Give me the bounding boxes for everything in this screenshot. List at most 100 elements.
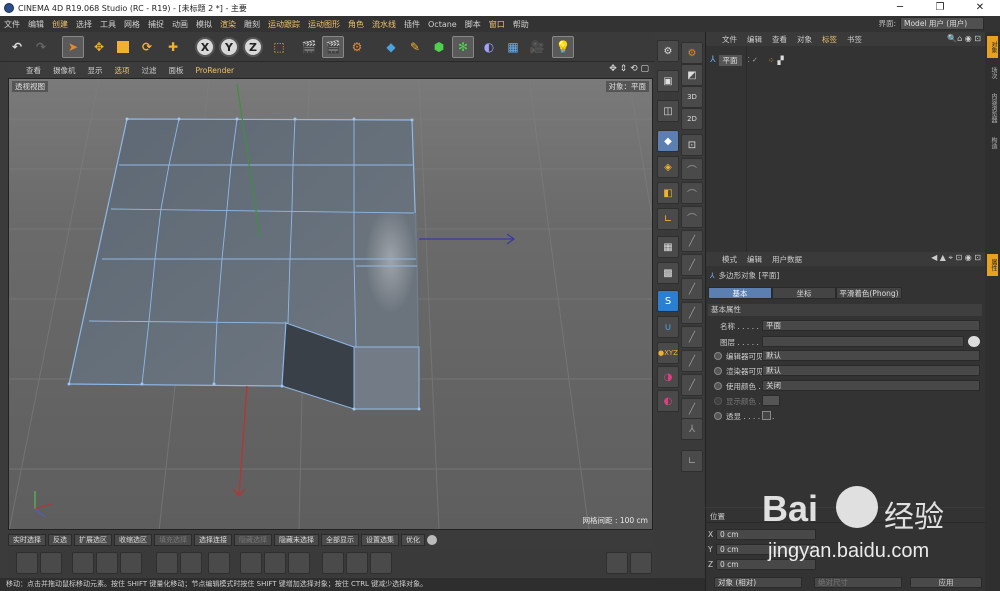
close-button[interactable]: ✕ — [960, 0, 1000, 16]
object-mode-icon[interactable]: ◫ — [657, 100, 679, 122]
subdivision-surface-icon[interactable]: ⬢ — [428, 36, 450, 58]
tab-coord[interactable]: 坐标 — [772, 287, 836, 299]
menu-plugins[interactable]: 插件 — [404, 19, 420, 30]
viewport-menu-camera[interactable]: 摄像机 — [53, 65, 76, 76]
render-visible-select[interactable]: 默认 — [762, 365, 980, 376]
menu-character[interactable]: 角色 — [348, 19, 364, 30]
light-icon[interactable]: 💡 — [552, 36, 574, 58]
perspective-viewport[interactable]: 透视视图 对象：平面 网格间距 : 100 cm — [8, 78, 653, 530]
objman-menu-view[interactable]: 查看 — [772, 34, 787, 45]
sidetab-attributes[interactable]: 属性 — [987, 254, 998, 276]
redo-icon[interactable]: ↷ — [30, 36, 52, 58]
film-strip-icon[interactable] — [370, 552, 392, 574]
xray-checkbox[interactable] — [762, 411, 771, 420]
menu-snap[interactable]: 捕捉 — [148, 19, 164, 30]
set-selection-button[interactable]: 设置选集 — [361, 534, 399, 546]
material-tag-icon[interactable]: ▞ — [778, 56, 784, 65]
bevel-tool-icon[interactable] — [120, 552, 142, 574]
mirror-tool-icon[interactable] — [240, 552, 262, 574]
undo-icon[interactable]: ↶ — [6, 36, 28, 58]
pen-spline-icon[interactable]: ✎ — [404, 36, 426, 58]
menu-animate[interactable]: 动画 — [172, 19, 188, 30]
render-picture-viewer-icon[interactable]: 🎬 — [322, 36, 344, 58]
viewport-label[interactable]: 透视视图 — [12, 81, 48, 92]
optimize-button[interactable]: 优化 — [401, 534, 425, 546]
extra-tool-5-icon[interactable]: ╱ — [681, 254, 703, 276]
extra-tool-6-icon[interactable]: ╱ — [681, 278, 703, 300]
rotate-icon[interactable]: ⟳ — [136, 36, 158, 58]
visibility-dots-icon[interactable]: ⁚ ✓ — [748, 56, 758, 64]
extra-tool-10-icon[interactable]: ╱ — [681, 374, 703, 396]
viewport-menu-view[interactable]: 查看 — [26, 65, 41, 76]
cube-icon[interactable]: ◆ — [380, 36, 402, 58]
menu-octane[interactable]: Octane — [428, 20, 457, 29]
layer-pick-icon[interactable] — [968, 336, 980, 347]
fill-selection-button[interactable]: 填充选择 — [154, 534, 192, 546]
render-settings-icon[interactable]: ⚙ — [346, 36, 368, 58]
polygon-select-icon[interactable] — [208, 552, 230, 574]
sidetab-content-browser[interactable]: 内容浏览器 — [987, 88, 998, 128]
extra-tool-1-icon[interactable]: ⌒ — [681, 158, 703, 180]
invert-selection-button[interactable]: 反选 — [48, 534, 72, 546]
select-connected-button[interactable]: 选择连接 — [194, 534, 232, 546]
box-select-icon[interactable] — [156, 552, 178, 574]
menu-help[interactable]: 帮助 — [513, 19, 529, 30]
menu-select[interactable]: 选择 — [76, 19, 92, 30]
lasso-select-icon[interactable] — [180, 552, 202, 574]
edges-mode-icon[interactable]: ◈ — [657, 156, 679, 178]
enable-axis-icon[interactable]: ▦ — [657, 236, 679, 258]
menu-create[interactable]: 创建 — [52, 19, 68, 30]
extra-tool-2-icon[interactable]: ⌒ — [681, 182, 703, 204]
menu-mograph[interactable]: 运动图形 — [308, 19, 340, 30]
hide-unselected-button[interactable]: 隐藏未选择 — [274, 534, 319, 546]
solo-icon[interactable]: ◑ — [657, 366, 679, 388]
use-color-select[interactable]: 关闭 — [762, 380, 980, 391]
object-name[interactable]: 平面 — [718, 54, 742, 66]
layer-field[interactable] — [762, 336, 964, 347]
objman-search-icon[interactable]: 🔍⌂ ◉ ⊡ — [947, 34, 981, 43]
smooth-brush-icon[interactable] — [40, 552, 62, 574]
hide-selected-button[interactable]: 隐藏选择 — [234, 534, 272, 546]
menu-window[interactable]: 窗口 — [489, 19, 505, 30]
sidetab-structure[interactable]: 构造 — [987, 132, 998, 154]
tab-basic[interactable]: 基本 — [708, 287, 772, 299]
coordinate-system-icon[interactable]: ⬚ — [268, 36, 290, 58]
extra-tool-3-icon[interactable]: ⌒ — [681, 206, 703, 228]
tab-phong[interactable]: 平滑着色(Phong) — [836, 287, 902, 299]
viewport-menu-display[interactable]: 显示 — [88, 65, 103, 76]
extra-tool-4-icon[interactable]: ╱ — [681, 230, 703, 252]
objman-menu-tags[interactable]: 标签 — [822, 34, 837, 45]
3d-icon[interactable]: 3D — [681, 86, 703, 108]
snap-icon[interactable]: S — [657, 290, 679, 312]
live-selection-button[interactable]: 实时选择 — [8, 534, 46, 546]
menu-script[interactable]: 脚本 — [465, 19, 481, 30]
menu-sculpt[interactable]: 雕刻 — [244, 19, 260, 30]
sidetab-objects[interactable]: 对象 — [987, 36, 998, 58]
display-color-swatch[interactable] — [762, 395, 780, 406]
btnbar-settings-icon[interactable] — [427, 535, 437, 545]
name-field[interactable]: 平面 — [762, 320, 980, 331]
extra-tool-9-icon[interactable]: ╱ — [681, 350, 703, 372]
knife-tool-icon[interactable] — [72, 552, 94, 574]
solo-hierarchy-icon[interactable]: ◐ — [657, 390, 679, 412]
tweak-mode-icon[interactable]: ▩ — [657, 262, 679, 284]
menu-render[interactable]: 渲染 — [220, 19, 236, 30]
weld-tool-icon[interactable] — [288, 552, 310, 574]
extrude-tool-icon[interactable] — [96, 552, 118, 574]
attrman-menu-userdata[interactable]: 用户数据 — [772, 254, 802, 265]
z-axis-lock-button[interactable]: Z — [242, 36, 264, 58]
2d-icon[interactable]: 2D — [681, 108, 703, 130]
objman-menu-bookmarks[interactable]: 书签 — [847, 34, 862, 45]
objman-menu-object[interactable]: 对象 — [797, 34, 812, 45]
minimize-button[interactable]: ─ — [880, 0, 920, 16]
align-tool-icon[interactable] — [264, 552, 286, 574]
make-editable-icon[interactable]: ⚙ — [657, 40, 679, 62]
model-mode-icon[interactable]: ▣ — [657, 70, 679, 92]
maximize-button[interactable]: ❐ — [920, 0, 960, 16]
move-icon[interactable]: ✥ — [88, 36, 110, 58]
menu-file[interactable]: 文件 — [4, 19, 20, 30]
brush-tool-icon[interactable] — [16, 552, 38, 574]
attrman-nav-icons[interactable]: ◀ ▲ ⌖ ⊡ ◉ ⊡ — [931, 253, 981, 263]
grow-selection-button[interactable]: 扩展选区 — [74, 534, 112, 546]
viewport-menu-filter[interactable]: 过滤 — [142, 65, 157, 76]
